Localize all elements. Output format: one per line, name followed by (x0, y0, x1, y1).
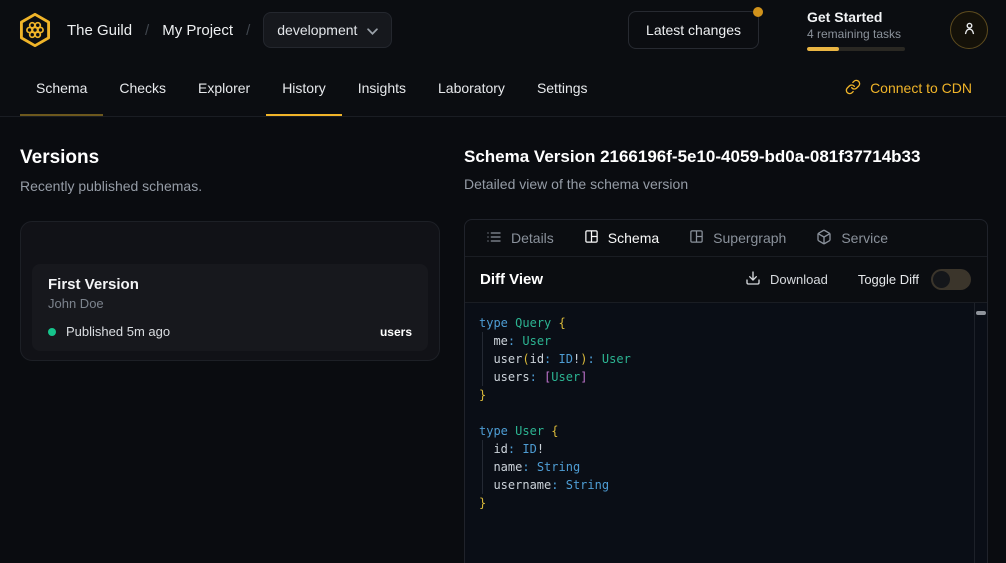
detail-tab-schema[interactable]: Schema (584, 229, 659, 247)
layout-icon (689, 229, 704, 247)
detail-tab-label: Supergraph (713, 230, 786, 246)
detail-tab-details[interactable]: Details (486, 229, 554, 248)
get-started-subtitle: 4 remaining tasks (807, 27, 905, 41)
code-line: username: String (479, 476, 973, 494)
detail-tab-label: Service (841, 230, 888, 246)
target-selector[interactable]: development (263, 12, 392, 48)
detail-tab-service[interactable]: Service (816, 229, 888, 248)
nav-tab-settings[interactable]: Settings (521, 60, 604, 116)
detail-tab-label: Schema (608, 230, 659, 246)
nav-tab-history[interactable]: History (266, 60, 342, 116)
breadcrumb-separator: / (145, 22, 149, 39)
code-line: } (479, 494, 973, 512)
get-started-progress-bar (807, 47, 905, 51)
content: Versions Recently published schemas. Fir… (0, 117, 1006, 563)
breadcrumb: The Guild / My Project / development (67, 12, 392, 48)
versions-section: Versions Recently published schemas. Fir… (20, 147, 440, 563)
code-line: } (479, 386, 973, 404)
breadcrumb-separator: / (246, 22, 250, 39)
schema-version-subtitle: Detailed view of the schema version (464, 176, 988, 192)
version-author: John Doe (48, 296, 412, 311)
code-scrollbar-thumb[interactable] (976, 311, 986, 315)
list-icon (486, 229, 502, 248)
version-status: Published 5m ago (66, 324, 170, 339)
code-line: id: ID! (479, 440, 973, 458)
diff-view-title: Diff View (480, 271, 543, 288)
code-block: type Query { me: User user(id: ID!): Use… (465, 303, 987, 512)
connect-cdn-label: Connect to CDN (870, 80, 972, 96)
cube-icon (816, 229, 832, 248)
diff-actions: Download Toggle Diff (745, 269, 971, 290)
code-line: name: String (479, 458, 973, 476)
download-label: Download (770, 272, 828, 287)
detail-tabs: Details Schema Supergraph Service (465, 220, 987, 257)
nav-tab-explorer[interactable]: Explorer (182, 60, 266, 116)
connect-cdn-link[interactable]: Connect to CDN (845, 60, 972, 116)
version-name: First Version (48, 276, 412, 293)
code-line (479, 404, 973, 422)
code-line: type User { (479, 422, 973, 440)
get-started-progress-fill (807, 47, 839, 51)
main-nav: SchemaChecksExplorerHistoryInsightsLabor… (0, 60, 1006, 117)
versions-subtitle: Recently published schemas. (20, 178, 440, 194)
schema-version-title: Schema Version 2166196f-5e10-4059-bd0a-0… (464, 147, 988, 167)
detail-tab-supergraph[interactable]: Supergraph (689, 229, 786, 247)
toggle-diff-label: Toggle Diff (858, 272, 919, 287)
layout-icon (584, 229, 599, 247)
published-status-dot (48, 328, 56, 336)
breadcrumb-org[interactable]: The Guild (67, 22, 132, 39)
nav-tab-laboratory[interactable]: Laboratory (422, 60, 521, 116)
latest-changes-label: Latest changes (646, 22, 741, 38)
main-nav-tabs: SchemaChecksExplorerHistoryInsightsLabor… (20, 60, 604, 116)
get-started-title: Get Started (807, 9, 905, 25)
code-line: users: [User] (479, 368, 973, 386)
link-icon (845, 79, 861, 98)
schema-version-section: Schema Version 2166196f-5e10-4059-bd0a-0… (464, 147, 988, 563)
version-meta: Published 5m ago users (48, 324, 412, 339)
download-icon (745, 270, 761, 289)
notification-dot (753, 7, 763, 17)
versions-title: Versions (20, 147, 440, 169)
nav-tab-insights[interactable]: Insights (342, 60, 422, 116)
detail-tab-label: Details (511, 230, 554, 246)
code-line: user(id: ID!): User (479, 350, 973, 368)
schema-code-viewer: type Query { me: User user(id: ID!): Use… (465, 303, 987, 563)
target-selector-value: development (277, 22, 357, 38)
code-line: me: User (479, 332, 973, 350)
diff-toolbar: Diff View Download Toggle Diff (465, 257, 987, 303)
code-scrollbar (974, 303, 987, 563)
get-started-widget[interactable]: Get Started 4 remaining tasks (807, 9, 905, 51)
versions-list: First Version John Doe Published 5m ago use… (20, 221, 440, 361)
nav-tab-checks[interactable]: Checks (103, 60, 182, 116)
download-button[interactable]: Download (745, 270, 828, 289)
chevron-down-icon (367, 22, 378, 38)
version-item[interactable]: First Version John Doe Published 5m ago use… (32, 264, 428, 351)
app-header: The Guild / My Project / development Lat… (0, 0, 1006, 60)
toggle-knob (933, 271, 950, 288)
latest-changes-button[interactable]: Latest changes (628, 11, 759, 49)
hive-logo-icon[interactable] (16, 11, 54, 49)
breadcrumb-project[interactable]: My Project (162, 22, 233, 39)
schema-version-panel: Details Schema Supergraph Service Diff View… (464, 219, 988, 563)
toggle-diff-switch[interactable] (931, 269, 971, 290)
person-icon (961, 20, 978, 40)
user-avatar[interactable] (950, 11, 988, 49)
code-line: type Query { (479, 314, 973, 332)
version-service-badge: users (380, 325, 412, 339)
nav-tab-schema[interactable]: Schema (20, 60, 103, 116)
